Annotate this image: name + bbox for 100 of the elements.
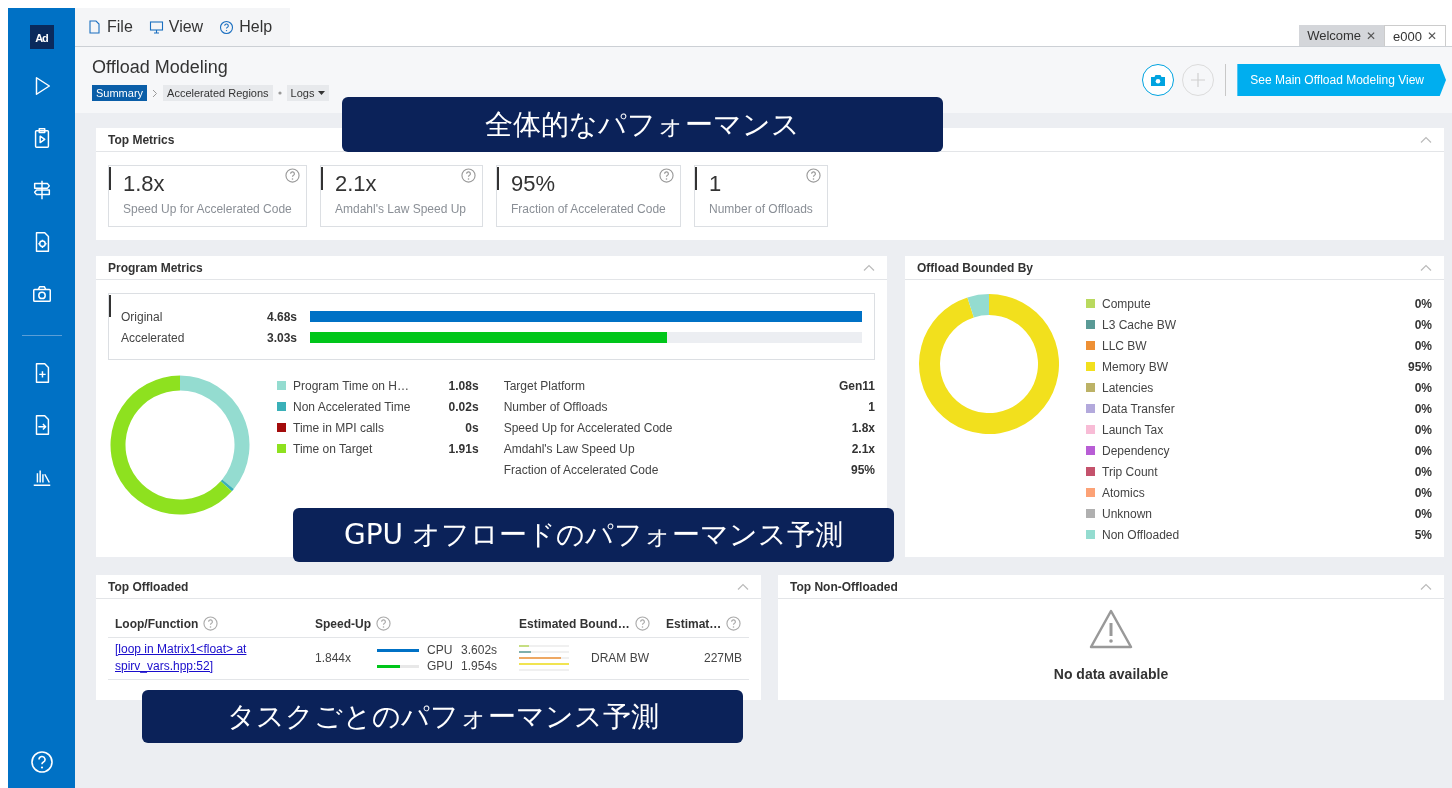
bar-label: Accelerated (121, 330, 186, 345)
bar-value: 4.68s (265, 309, 297, 324)
collapse-icon[interactable] (1420, 583, 1432, 590)
breadcrumb[interactable]: Accelerated Regions (163, 85, 273, 101)
legend-value: 0% (1414, 401, 1432, 416)
legend-label: Unknown (1102, 506, 1153, 521)
legend-label: Non Accelerated Time (293, 399, 411, 414)
time-value: 3.602s (461, 642, 498, 658)
snapshot-button[interactable] (1142, 64, 1175, 96)
legend-label: Atomics (1102, 485, 1145, 500)
help-icon[interactable] (203, 616, 219, 632)
legend-value: 0.02s (448, 399, 479, 414)
legend-value: 0% (1414, 443, 1432, 458)
help-icon[interactable] (376, 616, 391, 632)
panel-title: Offload Bounded By (917, 260, 1033, 275)
legend-value: 0% (1414, 422, 1432, 437)
help-icon[interactable] (634, 616, 650, 632)
file-icon (87, 19, 102, 35)
legend-label: Time on Target (293, 441, 373, 456)
detail-value: 1 (868, 399, 875, 414)
legend-value: 0% (1414, 296, 1432, 311)
menu-item[interactable]: View (148, 18, 204, 36)
help-icon (219, 19, 235, 35)
help-icon[interactable] (461, 168, 476, 183)
legend-value: 0% (1414, 464, 1432, 479)
metric-value: 2.1x (335, 171, 377, 197)
legend-value: 1.91s (448, 441, 479, 456)
legend-value: 0% (1414, 485, 1432, 500)
help-icon[interactable] (285, 168, 300, 183)
legend-value: 0% (1414, 317, 1432, 332)
help-icon[interactable] (726, 616, 742, 632)
device-label: CPU (427, 642, 454, 658)
legend-label: Launch Tax (1102, 422, 1164, 437)
device-label: GPU (427, 658, 454, 674)
detail-label: Number of Offloads (503, 399, 608, 414)
plus-icon (1190, 72, 1207, 88)
empty-message: No data available (1053, 666, 1169, 682)
speed-up-value: 1.844x (315, 651, 352, 665)
legend-value: 0% (1414, 338, 1432, 353)
warning-icon (1089, 609, 1133, 649)
metric-value: 95% (511, 171, 556, 197)
dot-icon (277, 91, 282, 95)
monitor-icon (148, 19, 164, 35)
caption-banner: タスクごとのパフォーマンス予測 (142, 690, 743, 743)
caption-banner: GPU オフロードのパフォーマンス予測 (293, 508, 894, 562)
panel-title: Top Metrics (108, 132, 175, 147)
detail-label: Amdahl's Law Speed Up (503, 441, 635, 456)
close-tab-button[interactable]: ✕ (1366, 28, 1377, 43)
bar-value: 3.03s (265, 330, 297, 345)
breadcrumb[interactable]: Logs (286, 85, 330, 101)
column-header: Estimated Bound… (519, 616, 630, 631)
menu-item[interactable]: File (87, 18, 133, 36)
menu-item[interactable]: Help (219, 18, 273, 36)
chevron-right-icon (152, 88, 159, 98)
legend-label: Latencies (1102, 380, 1154, 395)
caption-banner: 全体的なパフォーマンス (342, 97, 943, 152)
legend-value: 1.08s (448, 378, 479, 393)
legend-label: Non Offloaded (1102, 527, 1180, 542)
bound-value: DRAM BW (591, 651, 649, 665)
detail-label: Target Platform (503, 378, 585, 393)
detail-value: 1.8x (851, 420, 875, 435)
loop-link[interactable]: [loop in Matrix1<float> at spirv_vars.hpp:52] (115, 641, 265, 675)
metric-value: 1.8x (123, 171, 165, 197)
legend-label: Program Time on H… (293, 378, 410, 393)
legend-label: Dependency (1102, 443, 1170, 458)
panel-title: Top Offloaded (108, 579, 189, 594)
detail-label: Fraction of Accelerated Code (503, 462, 659, 477)
panel-title: Top Non-Offloaded (790, 579, 898, 594)
legend-label: Time in MPI calls (293, 420, 384, 435)
column-header: Speed-Up (315, 616, 371, 631)
app-logo: Ad (29, 25, 54, 49)
collapse-icon[interactable] (1420, 136, 1432, 143)
memory-value: 227MB (703, 651, 742, 665)
tab[interactable]: e000 ✕ (1384, 25, 1446, 46)
collapse-icon[interactable] (1420, 264, 1432, 271)
breadcrumb[interactable]: Summary (92, 85, 148, 101)
collapse-icon[interactable] (737, 583, 749, 590)
metric-label: Speed Up for Accelerated Code (123, 202, 293, 216)
metric-label: Fraction of Accelerated Code (511, 202, 667, 216)
legend-label: LLC BW (1102, 338, 1147, 353)
legend-label: L3 Cache BW (1102, 317, 1177, 332)
legend-value: 0s (465, 420, 479, 435)
caret-down-icon (318, 91, 326, 95)
collapse-icon[interactable] (863, 264, 875, 271)
legend-label: Memory BW (1102, 359, 1168, 374)
help-icon[interactable] (806, 168, 821, 183)
column-header: Loop/Function (115, 616, 199, 631)
tab[interactable]: Welcome ✕ (1299, 25, 1385, 46)
metric-label: Number of Offloads (709, 202, 814, 216)
detail-label: Speed Up for Accelerated Code (503, 420, 673, 435)
legend-value: 0% (1414, 380, 1432, 395)
legend-value: 0% (1414, 506, 1432, 521)
column-header: Estimat… (666, 616, 722, 631)
help-icon[interactable] (659, 168, 674, 183)
close-tab-button[interactable]: ✕ (1427, 29, 1437, 43)
legend-label: Compute (1102, 296, 1151, 311)
legend-label: Trip Count (1102, 464, 1158, 479)
detail-value: Gen11 (838, 378, 875, 393)
detail-value: 95% (850, 462, 875, 477)
metric-label: Amdahl's Law Speed Up (335, 202, 468, 216)
